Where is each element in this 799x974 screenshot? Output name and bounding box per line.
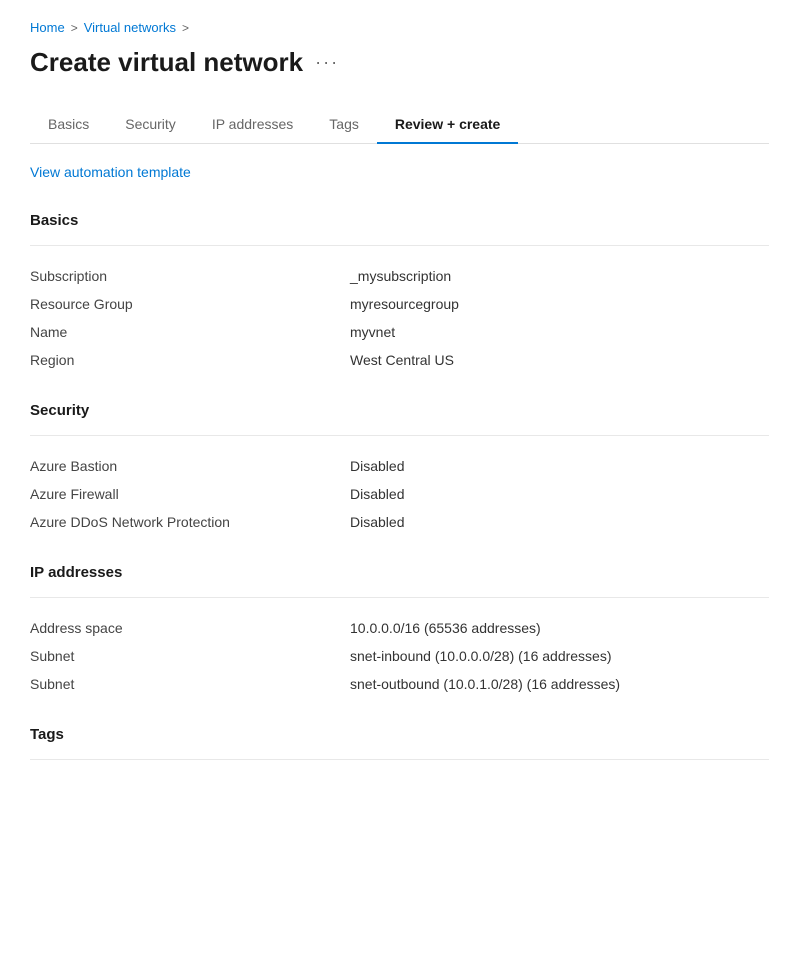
- ip-addresses-section-title: IP addresses: [30, 564, 769, 581]
- table-row: Resource Group myresourcegroup: [30, 290, 769, 318]
- azure-firewall-label: Azure Firewall: [30, 486, 350, 502]
- tab-review-create[interactable]: Review + create: [377, 106, 518, 144]
- breadcrumb-home[interactable]: Home: [30, 20, 65, 35]
- subscription-value: _mysubscription: [350, 268, 451, 284]
- table-row: Name myvnet: [30, 318, 769, 346]
- page-title-row: Create virtual network ···: [30, 47, 769, 78]
- tab-tags[interactable]: Tags: [311, 106, 377, 144]
- tags-section: Tags: [30, 726, 769, 760]
- ip-addresses-divider: [30, 597, 769, 598]
- ellipsis-button[interactable]: ···: [315, 52, 339, 73]
- tabs-container: Basics Security IP addresses Tags Review…: [30, 106, 769, 144]
- name-value: myvnet: [350, 324, 395, 340]
- azure-ddos-value: Disabled: [350, 514, 404, 530]
- tags-section-title: Tags: [30, 726, 769, 743]
- security-section: Security Azure Bastion Disabled Azure Fi…: [30, 402, 769, 536]
- azure-bastion-label: Azure Bastion: [30, 458, 350, 474]
- table-row: Address space 10.0.0.0/16 (65536 address…: [30, 614, 769, 642]
- breadcrumb-virtual-networks[interactable]: Virtual networks: [84, 20, 176, 35]
- azure-ddos-label: Azure DDoS Network Protection: [30, 514, 350, 530]
- azure-firewall-value: Disabled: [350, 486, 404, 502]
- azure-bastion-value: Disabled: [350, 458, 404, 474]
- subscription-label: Subscription: [30, 268, 350, 284]
- table-row: Azure DDoS Network Protection Disabled: [30, 508, 769, 536]
- address-space-value: 10.0.0.0/16 (65536 addresses): [350, 620, 541, 636]
- address-space-label: Address space: [30, 620, 350, 636]
- resource-group-value: myresourcegroup: [350, 296, 459, 312]
- table-row: Region West Central US: [30, 346, 769, 374]
- breadcrumb-sep1: >: [71, 21, 78, 35]
- name-label: Name: [30, 324, 350, 340]
- security-divider: [30, 435, 769, 436]
- breadcrumb: Home > Virtual networks >: [30, 20, 769, 35]
- table-row: Subnet snet-inbound (10.0.0.0/28) (16 ad…: [30, 642, 769, 670]
- region-value: West Central US: [350, 352, 454, 368]
- subnet-inbound-label: Subnet: [30, 648, 350, 664]
- table-row: Azure Bastion Disabled: [30, 452, 769, 480]
- ip-addresses-section: IP addresses Address space 10.0.0.0/16 (…: [30, 564, 769, 698]
- basics-section: Basics Subscription _mysubscription Reso…: [30, 212, 769, 374]
- basics-divider: [30, 245, 769, 246]
- tab-ip-addresses[interactable]: IP addresses: [194, 106, 311, 144]
- subnet-outbound-label: Subnet: [30, 676, 350, 692]
- subnet-inbound-value: snet-inbound (10.0.0.0/28) (16 addresses…: [350, 648, 612, 664]
- page-title: Create virtual network: [30, 47, 303, 78]
- breadcrumb-sep2: >: [182, 21, 189, 35]
- tags-divider: [30, 759, 769, 760]
- view-automation-template-link[interactable]: View automation template: [30, 164, 191, 180]
- resource-group-label: Resource Group: [30, 296, 350, 312]
- tab-basics[interactable]: Basics: [30, 106, 107, 144]
- table-row: Subnet snet-outbound (10.0.1.0/28) (16 a…: [30, 670, 769, 698]
- region-label: Region: [30, 352, 350, 368]
- table-row: Azure Firewall Disabled: [30, 480, 769, 508]
- basics-section-title: Basics: [30, 212, 769, 229]
- table-row: Subscription _mysubscription: [30, 262, 769, 290]
- subnet-outbound-value: snet-outbound (10.0.1.0/28) (16 addresse…: [350, 676, 620, 692]
- tab-security[interactable]: Security: [107, 106, 194, 144]
- security-section-title: Security: [30, 402, 769, 419]
